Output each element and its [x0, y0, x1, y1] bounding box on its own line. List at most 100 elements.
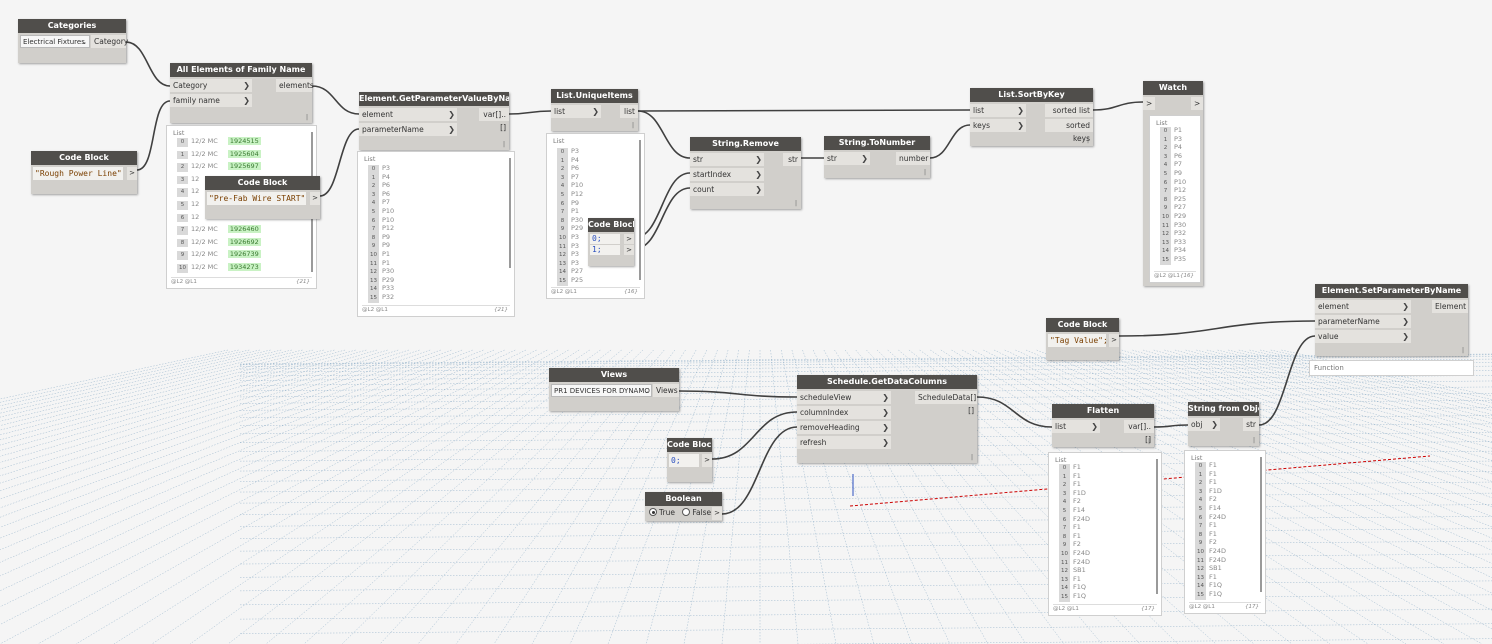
radio-false[interactable]	[682, 508, 691, 516]
output-port-1[interactable]: >	[624, 234, 634, 244]
element-id-link[interactable]: 1934273	[227, 263, 261, 271]
element-id-link[interactable]: 1926739	[227, 250, 261, 259]
level-indicator: @L2 @L1	[1053, 606, 1079, 612]
input-port-element[interactable]: element ❯	[1315, 300, 1411, 313]
output-port-number[interactable]: number	[896, 152, 930, 165]
list-label: List	[173, 129, 185, 137]
output-port[interactable]: >	[1109, 334, 1119, 347]
output-port-elements[interactable]: elements	[276, 79, 314, 92]
output-port-element[interactable]: Element	[1432, 300, 1468, 313]
output-port-schedule-data[interactable]: ScheduleData[][]	[915, 391, 977, 415]
output-port-list[interactable]: list	[620, 105, 638, 118]
boolean-toggle[interactable]: True False	[649, 508, 711, 517]
node-categories[interactable]: Categories Electrical Fixtures ⌄ Categor…	[18, 19, 128, 63]
node-watch[interactable]: Watch > > List 0 P1 1 P3 2 P4 3 P6 4 P7 5 P9 6 P10 7 P1…	[1143, 81, 1203, 286]
list-item: 1 P4	[368, 173, 390, 183]
list-item: 11 F24D	[1195, 556, 1226, 566]
code-editor-line-1[interactable]: 0;	[590, 234, 620, 244]
input-port[interactable]: >	[1143, 97, 1155, 110]
node-schedule-get-data-columns[interactable]: Schedule.GetDataColumns scheduleView ❯ co…	[797, 375, 977, 463]
output-port-str[interactable]: str	[1243, 418, 1259, 431]
node-views[interactable]: Views PR1 DEVICES FOR DYNAMO ⌄ Views	[549, 368, 679, 411]
element-id-link[interactable]: 1924515	[227, 137, 261, 145]
output-port[interactable]: >	[702, 454, 712, 467]
input-port-str[interactable]: str ❯	[824, 152, 870, 165]
input-port-keys[interactable]: keys ❯	[970, 119, 1026, 132]
scrollbar[interactable]	[1260, 457, 1262, 592]
input-port-obj[interactable]: obj ❯	[1188, 418, 1220, 431]
item-count: {16}	[1180, 273, 1194, 279]
input-port-list[interactable]: list ❯	[551, 105, 601, 118]
scrollbar[interactable]	[1156, 459, 1158, 594]
code-editor-line-2[interactable]: 1;	[590, 245, 620, 255]
input-port-parameter-name[interactable]: parameterName ❯	[359, 123, 457, 136]
list-item: 15 P25	[557, 276, 583, 286]
input-port-schedule-view[interactable]: scheduleView ❯	[797, 391, 891, 404]
code-editor[interactable]: 0;	[669, 454, 699, 467]
output-port-str[interactable]: str	[783, 153, 801, 166]
node-string-remove[interactable]: String.Remove str ❯ startIndex ❯ count ❯ st…	[690, 137, 801, 209]
code-editor[interactable]: "Rough Power Line";	[33, 167, 123, 180]
node-all-elements-of-family[interactable]: All Elements of Family Name Category ❯ fa…	[170, 63, 314, 123]
list-item: 0 F1	[1059, 463, 1081, 473]
input-port-element[interactable]: element ❯	[359, 108, 457, 121]
node-set-parameter[interactable]: Element.SetParameterByName element ❯ para…	[1315, 284, 1468, 356]
input-port-count[interactable]: count ❯	[690, 183, 764, 196]
input-port-refresh[interactable]: refresh ❯	[797, 436, 891, 449]
node-get-parameter-value[interactable]: Element.GetParameterValueByName element ❯…	[359, 92, 509, 150]
input-port-list[interactable]: list ❯	[1052, 420, 1100, 433]
function-preview: Function	[1309, 360, 1474, 376]
input-port-parameter-name[interactable]: parameterName ❯	[1315, 315, 1411, 328]
views-dropdown[interactable]: PR1 DEVICES FOR DYNAMO ⌄	[551, 384, 652, 397]
output-port[interactable]: >	[127, 167, 137, 180]
list-value: F1	[1209, 529, 1217, 538]
input-port-column-index[interactable]: columnIndex ❯	[797, 406, 891, 419]
output-port[interactable]: >	[712, 507, 722, 520]
dynamo-graph-canvas[interactable]: Categories Electrical Fixtures ⌄ Categor…	[0, 0, 1492, 644]
lacing-indicator: |	[1252, 437, 1255, 444]
node-string-from-object[interactable]: String from Object obj ❯ str |	[1188, 402, 1259, 446]
port-label: str	[693, 155, 703, 164]
node-string-to-number[interactable]: String.ToNumber str ❯ number |	[824, 136, 930, 178]
input-port-start-index[interactable]: startIndex ❯	[690, 168, 764, 181]
input-port-list[interactable]: list ❯	[970, 104, 1026, 117]
scrollbar[interactable]	[509, 158, 511, 268]
input-port-family-name[interactable]: family name ❯	[170, 94, 252, 107]
output-port[interactable]: >	[310, 192, 320, 205]
list-value: P3	[571, 147, 580, 155]
scrollbar[interactable]	[639, 140, 641, 280]
input-port-value[interactable]: value ❯	[1315, 330, 1411, 343]
node-list-unique-items[interactable]: List.UniqueItems list ❯ list |	[551, 89, 638, 131]
node-code-block-zero[interactable]: Code Block 0; >	[667, 438, 712, 482]
preview-footer: @L2 @L1 {17}	[1053, 604, 1157, 613]
node-code-block-indices[interactable]: Code Block 0; 1; > >	[588, 218, 634, 266]
output-port-views[interactable]: Views	[653, 384, 679, 397]
output-port-category[interactable]: Category	[91, 35, 128, 48]
node-code-block-prefab[interactable]: Code Block "Pre-Fab Wire START"; >	[205, 176, 320, 219]
output-port-sorted-list[interactable]: sorted list	[1045, 104, 1093, 117]
output-port-var[interactable]: var[]..[]	[479, 108, 509, 132]
list-label: List	[553, 137, 565, 145]
list-item: 11 P1	[368, 259, 390, 269]
output-port-var[interactable]: var[]..[]	[1124, 420, 1154, 444]
input-port-remove-heading[interactable]: removeHeading ❯	[797, 421, 891, 434]
node-list-sort-by-key[interactable]: List.SortByKey list ❯ keys ❯ sorted list s…	[970, 88, 1093, 146]
code-editor[interactable]: "Tag Value";	[1048, 334, 1106, 347]
node-code-block-tag-value[interactable]: Code Block "Tag Value"; >	[1046, 318, 1119, 360]
node-flatten[interactable]: Flatten list ❯ var[]..[] |	[1052, 404, 1154, 447]
output-port-sorted-keys[interactable]: sorted keys	[1045, 119, 1093, 143]
output-port[interactable]: >	[1191, 97, 1203, 110]
level-indicator: @L2 @L1	[1189, 604, 1215, 610]
radio-true[interactable]	[649, 508, 657, 516]
node-boolean[interactable]: Boolean True False >	[645, 492, 722, 521]
node-code-block-rough-power[interactable]: Code Block "Rough Power Line"; >	[31, 151, 137, 194]
output-port-2[interactable]: >	[624, 245, 634, 255]
input-port-category[interactable]: Category ❯	[170, 79, 252, 92]
element-id-link[interactable]: 1925604	[227, 149, 261, 158]
element-id-link[interactable]: 1925697	[227, 162, 261, 171]
code-editor[interactable]: "Pre-Fab Wire START";	[207, 192, 306, 205]
element-id-link[interactable]: 1926460	[227, 225, 261, 234]
element-id-link[interactable]: 1926692	[227, 237, 261, 246]
input-port-str[interactable]: str ❯	[690, 153, 764, 166]
category-dropdown[interactable]: Electrical Fixtures ⌄	[20, 35, 90, 48]
